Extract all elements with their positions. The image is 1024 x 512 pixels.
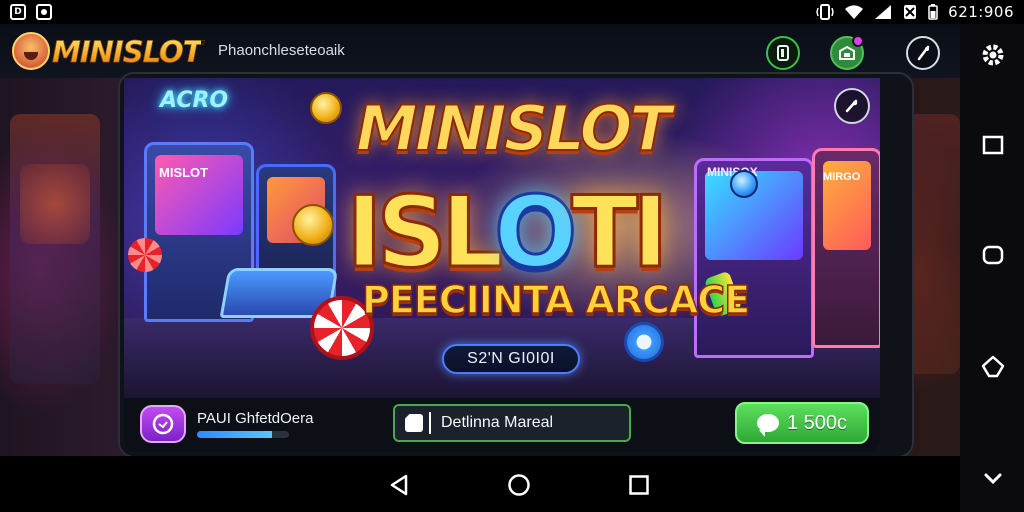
wifi-icon <box>845 5 864 19</box>
square-button[interactable] <box>980 132 1006 158</box>
game-banner[interactable]: ACRO MISLOT MINISOX MIRGO MINISLOT ISLOT… <box>124 78 880 398</box>
slot-machine-far-right-label: MIRGO <box>823 171 861 183</box>
side-toolbar <box>960 24 1024 512</box>
battery-icon <box>928 4 938 20</box>
signal-icon <box>875 5 892 19</box>
recents-icon <box>629 475 649 495</box>
home-icon <box>508 474 530 496</box>
rounded-square-icon <box>982 245 1004 265</box>
chat-icon <box>756 414 779 437</box>
gold-coin <box>310 92 342 124</box>
close-icon <box>917 45 930 61</box>
notification-dot <box>852 35 864 47</box>
settings-icon <box>982 44 1004 66</box>
banner-title-line-1: MINISLOT <box>355 91 673 166</box>
game-mode-label: Detlinna Mareal <box>441 414 554 431</box>
chevron-down-icon <box>984 473 1002 485</box>
player-progress-bar <box>197 431 289 438</box>
logo-mascot-icon <box>12 32 50 70</box>
banner-title-line-2: ISLOTI <box>345 175 671 292</box>
player-avatar[interactable] <box>140 405 186 443</box>
notification-icon <box>36 4 52 20</box>
app-logo[interactable]: MINISLOT <box>52 35 203 70</box>
slot-machine-left-label: MISLOT <box>159 165 209 180</box>
neon-sign-left: ACRO <box>160 88 229 113</box>
banner-title-part-a: ISL <box>345 175 502 292</box>
app-notification-icon: D <box>10 4 26 20</box>
banner-title-line-3: PEECIINTA ARCACE <box>361 277 751 323</box>
wallet-button[interactable] <box>830 35 864 70</box>
header-close-button[interactable] <box>906 36 940 70</box>
bg-screen-left <box>20 164 90 244</box>
status-bar: D 621:906 <box>0 0 1024 24</box>
balance-button[interactable]: 1 500c <box>735 402 869 444</box>
gold-coin <box>292 204 334 246</box>
bg-slot-machine-left <box>10 114 100 384</box>
back-button[interactable] <box>386 472 412 498</box>
clock: 621:906 <box>948 3 1014 21</box>
game-mode-selector[interactable]: Detlinna Mareal <box>393 404 631 442</box>
vibrate-icon <box>816 4 834 20</box>
help-icon <box>777 45 789 61</box>
player-name: PAUI GhfetdOera <box>197 410 314 427</box>
wallet-icon <box>839 45 855 60</box>
slot-machine-far-right: MIRGO <box>812 148 880 348</box>
banner-title-part-o: O <box>492 175 578 292</box>
help-button[interactable] <box>766 36 800 70</box>
blue-coin <box>730 170 758 198</box>
recents-button[interactable] <box>626 472 652 498</box>
text-cursor <box>429 412 431 434</box>
jackpot-pill[interactable]: S2'N GI0I0I <box>442 344 580 374</box>
back-icon <box>390 474 408 496</box>
diamond-button[interactable] <box>980 354 1006 380</box>
diamond-icon <box>981 355 1005 378</box>
chat-bubble-icon <box>152 413 174 435</box>
file-icon <box>405 414 423 432</box>
home-button[interactable] <box>506 472 532 498</box>
red-chip <box>128 238 162 272</box>
banner-close-button[interactable] <box>834 88 870 124</box>
rounded-square-button[interactable] <box>980 242 1006 268</box>
navigation-bar <box>0 456 960 512</box>
no-sim-icon <box>904 5 917 19</box>
banner-title-part-b: TI <box>570 175 670 292</box>
pin-icon <box>845 99 858 113</box>
collapse-button[interactable] <box>980 466 1006 492</box>
settings-button[interactable] <box>980 42 1006 68</box>
square-icon <box>982 135 1004 155</box>
balance-label: 1 500c <box>786 411 848 434</box>
header-subtitle: Phaonchleseteoaik <box>218 42 345 59</box>
blue-chip <box>624 322 664 362</box>
app-header: MINISLOT Phaonchleseteoaik <box>0 24 960 78</box>
player-progress-fill <box>197 431 273 438</box>
